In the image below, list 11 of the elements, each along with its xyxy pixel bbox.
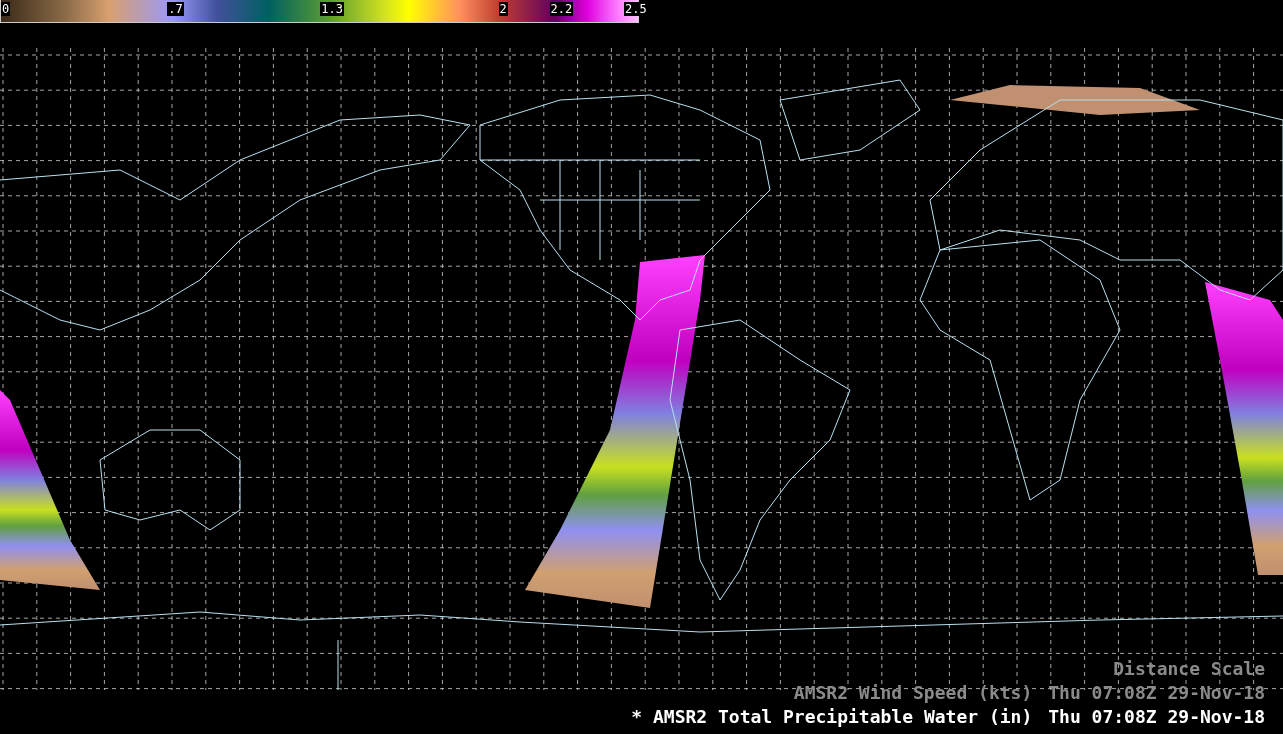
scale-label: 2.2 (549, 2, 574, 16)
scale-label: 0 (1, 2, 11, 16)
scale-label: 2.5 (624, 2, 648, 16)
layer-time: Thu 07:08Z 29-Nov-18 (1048, 681, 1265, 704)
scale-label: 1.3 (320, 2, 344, 16)
layer-name: * AMSR2 Total Precipitable Water (in) (631, 705, 1033, 728)
scale-label: .7 (167, 2, 184, 16)
scale-label: 2 (498, 2, 508, 16)
layer-name: AMSR2 Wind Speed (kts) (793, 681, 1033, 704)
layer-time: Thu 07:08Z 29-Nov-18 (1048, 705, 1265, 728)
legend-title: Distance Scale (1113, 657, 1265, 680)
